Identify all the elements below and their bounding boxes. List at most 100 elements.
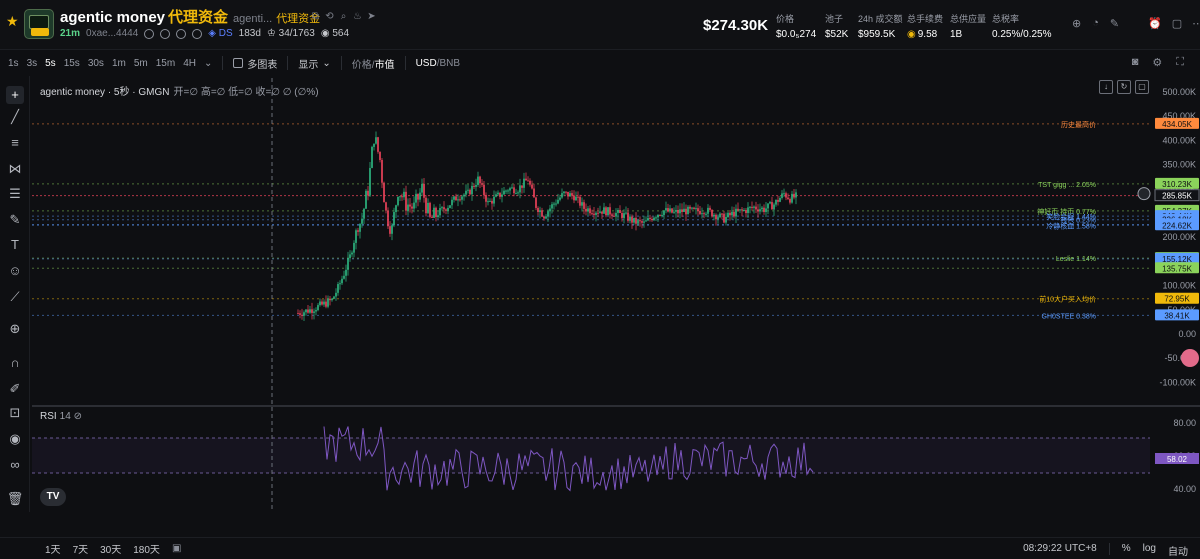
pin-icon[interactable]: ✎	[1110, 17, 1119, 30]
lock-icon[interactable]: ⊡	[6, 404, 24, 422]
candle-body	[465, 190, 467, 195]
chart-canvas[interactable]: 500.00K450.00K400.00K350.00K300.00K250.0…	[32, 78, 1200, 512]
bottom-bar: 1天 7天 30天 180天 ▣ 08:29:22 UTC+8 % log 自动	[0, 537, 1200, 559]
candle-body	[341, 278, 343, 284]
trash-icon[interactable]: 🗑	[6, 490, 24, 508]
zoom-in-icon[interactable]: ⊕	[6, 320, 24, 338]
screenshot-icon[interactable]: ◙	[1132, 56, 1139, 69]
reset-icon[interactable]: ↻	[1117, 80, 1131, 94]
fire-icon[interactable]: ♨	[353, 11, 362, 22]
stat-24h-volume: 24h 成交额 $959.5K	[858, 14, 903, 40]
fullscreen-icon[interactable]: ⛶	[1176, 56, 1184, 69]
candle-body	[747, 207, 749, 214]
bell-icon[interactable]: ◔	[1092, 17, 1099, 30]
timeframe-dropdown-icon[interactable]: ⌄	[204, 58, 212, 69]
price-axis-label: -100.00K	[1159, 377, 1196, 387]
candle-body	[459, 199, 461, 201]
rsi-axis-label: 40.00	[1173, 484, 1196, 494]
range-7d[interactable]: 7天	[73, 541, 89, 556]
candle-body	[559, 197, 561, 200]
tf-15s[interactable]: 15s	[64, 58, 80, 69]
pattern-icon[interactable]: ⋈	[6, 160, 24, 178]
settings-icon[interactable]: ⚙	[1152, 56, 1162, 69]
calendar-icon[interactable]: ▣	[172, 543, 181, 554]
emoji-icon[interactable]: ☺	[6, 262, 24, 280]
range-30d[interactable]: 30天	[100, 541, 121, 556]
marker-label: Leslie 1.14%	[1056, 256, 1096, 263]
globe-icon[interactable]	[160, 28, 171, 39]
token-short-name: agenti...	[233, 13, 273, 25]
horizontal-lines-icon[interactable]: ≡	[6, 134, 24, 152]
tf-4h[interactable]: 4H	[183, 58, 196, 69]
magnet-icon[interactable]: ∩	[6, 354, 24, 372]
trend-line-icon[interactable]: ╱	[6, 108, 24, 126]
tf-5m[interactable]: 5m	[134, 58, 148, 69]
candle-body	[557, 199, 559, 204]
dex-screener-link[interactable]: ◈ DS	[208, 28, 232, 39]
share-icon[interactable]: ⟲	[325, 11, 334, 22]
tf-1m[interactable]: 1m	[112, 58, 126, 69]
tf-15m[interactable]: 15m	[156, 58, 175, 69]
tf-30s[interactable]: 30s	[88, 58, 104, 69]
search-icon[interactable]: ⌕	[339, 11, 348, 22]
copy-icon[interactable]: ⧉	[311, 11, 320, 22]
more-icon[interactable]: ⋯	[1192, 17, 1200, 30]
favorite-star-icon[interactable]: ★	[6, 14, 20, 28]
search-twitter-icon[interactable]	[192, 28, 203, 39]
brush-icon[interactable]: ✎	[6, 211, 24, 229]
candle-body	[403, 191, 405, 198]
header-tools: ⊕ ◔ ✎	[1072, 17, 1119, 30]
user-icon[interactable]	[144, 28, 155, 39]
candle-body	[699, 211, 701, 214]
multi-chart-button[interactable]: 多图表	[233, 56, 277, 71]
price-mcap-toggle[interactable]: 价格/市值	[352, 56, 395, 71]
download-icon[interactable]: ↓	[1099, 80, 1113, 94]
tf-5s[interactable]: 5s	[45, 58, 56, 69]
text-icon[interactable]: T	[6, 236, 24, 254]
candle-body	[693, 207, 695, 209]
candle-body	[777, 199, 779, 202]
layout-icon[interactable]: ▢	[1172, 17, 1182, 30]
currency-toggle[interactable]: USD/BNB	[416, 58, 460, 69]
eye-icon[interactable]: ◉	[6, 430, 24, 448]
candle-body	[419, 192, 421, 200]
crosshair-icon[interactable]: +	[6, 86, 24, 104]
gamepad-icon[interactable]: ⊕	[1072, 17, 1081, 30]
lock-drawing-icon[interactable]: ✐	[6, 380, 24, 398]
candle-body	[785, 193, 787, 198]
ruler-icon[interactable]: ⟋	[6, 288, 24, 306]
tf-3s[interactable]: 3s	[27, 58, 38, 69]
link-icon[interactable]: ∞	[6, 456, 24, 474]
tradingview-logo[interactable]: TV	[40, 488, 66, 506]
candle-body	[441, 207, 443, 209]
telegram-icon[interactable]: ➤	[367, 11, 376, 22]
clock[interactable]: 08:29:22 UTC+8	[1023, 543, 1097, 558]
candle-body	[719, 213, 721, 218]
candle-body	[457, 199, 459, 201]
range-1d[interactable]: 1天	[45, 541, 61, 556]
token-address[interactable]: 0xae...4444	[86, 28, 138, 39]
candle-body	[639, 220, 641, 222]
auto-toggle[interactable]: 自动	[1168, 543, 1188, 558]
price-axis-label: 100.00K	[1162, 281, 1196, 291]
expand-icon[interactable]: ▢	[1135, 80, 1149, 94]
sticker-icon	[1181, 349, 1199, 367]
candle-body	[363, 208, 365, 219]
candle-body	[421, 183, 423, 193]
tf-1s[interactable]: 1s	[8, 58, 19, 69]
candle-body	[575, 196, 577, 201]
candle-body	[795, 192, 797, 198]
display-dropdown[interactable]: 显示 ⌄	[298, 56, 330, 71]
range-180d[interactable]: 180天	[133, 541, 160, 556]
percent-toggle[interactable]: %	[1122, 543, 1131, 558]
candle-body	[509, 188, 511, 191]
candle-body	[327, 298, 329, 307]
candle-body	[593, 213, 595, 215]
candle-body	[681, 209, 683, 212]
log-toggle[interactable]: log	[1143, 543, 1156, 558]
fib-icon[interactable]: ☰	[6, 185, 24, 203]
price-chart[interactable]: 500.00K450.00K400.00K350.00K300.00K250.0…	[32, 78, 1200, 512]
candle-body	[523, 178, 525, 188]
twitter-icon[interactable]	[176, 28, 187, 39]
alarm-icon[interactable]: ⏰	[1148, 17, 1162, 30]
